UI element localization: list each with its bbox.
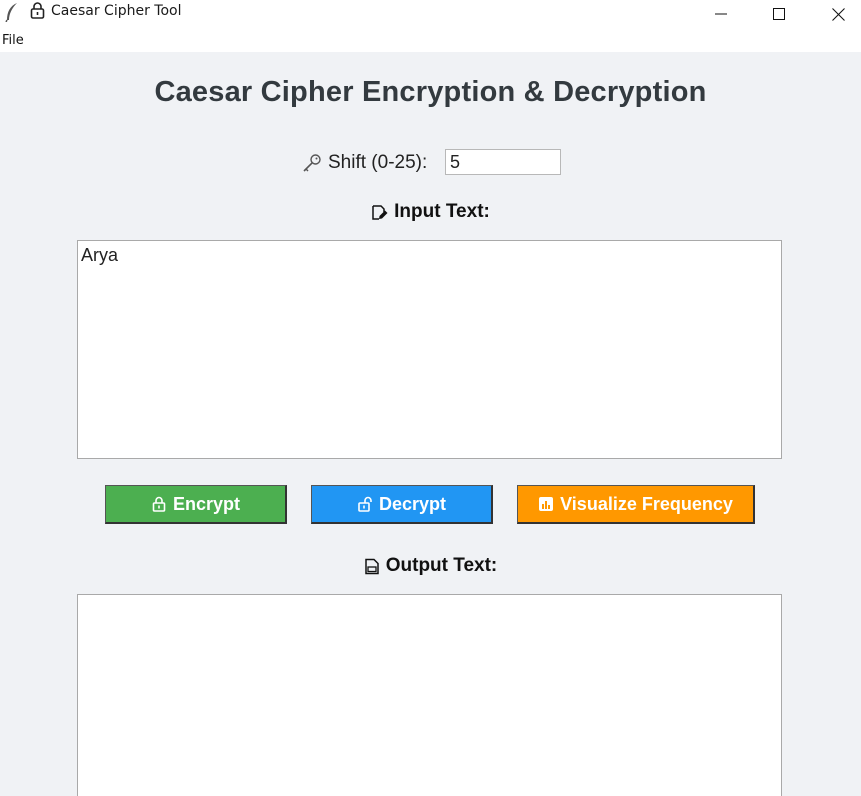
- menu-bar: File: [0, 30, 861, 52]
- page-title: Caesar Cipher Encryption & Decryption: [154, 76, 707, 108]
- decrypt-button-label: Decrypt: [378, 493, 447, 514]
- visualize-frequency-button[interactable]: Visualize Frequency: [517, 485, 755, 524]
- close-icon: [831, 7, 845, 21]
- input-textarea[interactable]: Arya: [77, 240, 782, 459]
- minimize-button[interactable]: [701, 0, 741, 28]
- edit-icon: [372, 204, 388, 220]
- lock-icon: [30, 2, 45, 19]
- feather-icon: [5, 3, 17, 22]
- output-text-label-text: Output Text:: [385, 555, 498, 576]
- input-text-label: Input Text:: [0, 201, 861, 227]
- encrypt-button[interactable]: Encrypt: [105, 485, 287, 524]
- title-bar: Caesar Cipher Tool: [0, 0, 861, 30]
- visualize-frequency-label: Visualize Frequency: [560, 493, 733, 514]
- shift-input[interactable]: 5: [445, 149, 561, 175]
- output-text-label: Output Text:: [0, 555, 861, 581]
- decrypt-button[interactable]: Decrypt: [311, 485, 493, 524]
- unlock-icon: [358, 496, 372, 512]
- close-button[interactable]: [818, 0, 858, 28]
- lock-icon: [152, 496, 166, 512]
- output-textarea[interactable]: [77, 594, 782, 796]
- menu-file[interactable]: File: [2, 33, 24, 48]
- shift-label: Shift (0-25):: [328, 152, 428, 173]
- minimize-icon: [715, 13, 727, 15]
- document-icon: [364, 558, 379, 574]
- maximize-button[interactable]: [759, 0, 799, 28]
- maximize-icon: [773, 8, 785, 20]
- input-text-label-text: Input Text:: [394, 201, 490, 222]
- key-icon: [303, 154, 321, 172]
- encrypt-button-label: Encrypt: [172, 493, 241, 514]
- window-title: Caesar Cipher Tool: [51, 3, 182, 19]
- chart-icon: [539, 497, 554, 511]
